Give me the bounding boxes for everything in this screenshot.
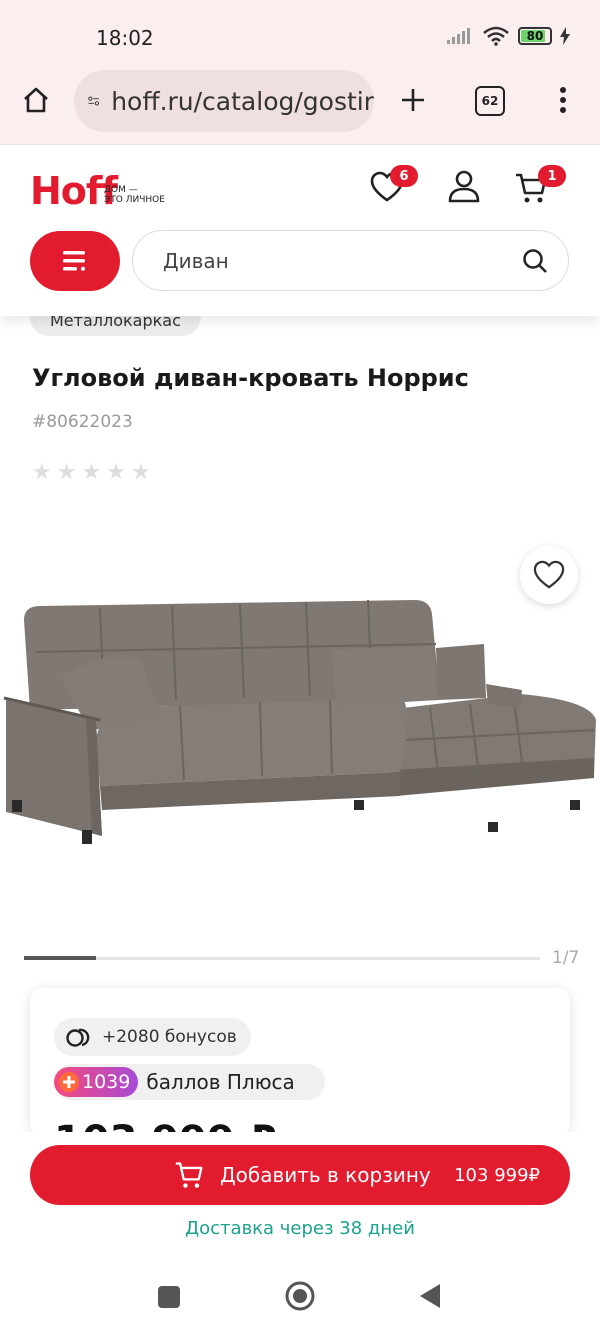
tabs-switcher-button[interactable]: 62 — [475, 86, 505, 116]
url-text: hoff.ru/catalog/gostir — [111, 86, 374, 116]
product-title: Угловой диван-кровать Норрис — [32, 364, 469, 392]
charging-icon — [560, 27, 570, 45]
catalog-menu-button[interactable] — [30, 231, 120, 291]
wifi-icon — [483, 26, 509, 46]
plus-points-badge[interactable]: 1039 баллов Плюса — [54, 1064, 325, 1100]
site-settings-icon[interactable] — [88, 90, 99, 112]
star-icon: ★ — [106, 460, 126, 485]
new-tab-icon[interactable] — [400, 87, 426, 113]
add-to-cart-price: 103 999₽ — [454, 1164, 540, 1186]
recents-button[interactable] — [158, 1286, 180, 1308]
logo-tagline: ДОМ — ЭТО ЛИЧНОЕ — [104, 185, 165, 205]
cart-icon — [175, 1162, 203, 1188]
add-to-cart-label: Добавить в корзину — [220, 1163, 431, 1187]
more-menu-icon[interactable] — [558, 86, 568, 114]
android-nav-bar — [0, 1262, 600, 1332]
product-sku: #80622023 — [32, 412, 133, 432]
status-icons: 80 — [446, 26, 570, 46]
profile-icon[interactable] — [447, 169, 481, 203]
bonus-badge[interactable]: +2080 бонусов — [54, 1018, 251, 1056]
rating-stars[interactable]: ★ ★ ★ ★ ★ — [32, 460, 151, 485]
battery-icon: 80 — [518, 27, 552, 45]
browser-chrome: 18:02 80 hoff.ru/catalog/gostir 62 — [0, 0, 600, 144]
plus-icon — [59, 1072, 79, 1092]
add-to-cart-button[interactable]: Добавить в корзину 103 999₽ — [30, 1145, 570, 1205]
favorites-button[interactable]: 6 — [370, 165, 418, 207]
menu-icon — [63, 251, 85, 271]
gallery-progress — [24, 956, 540, 960]
cart-button[interactable]: 1 — [514, 165, 566, 209]
search-input[interactable]: Диван — [132, 230, 569, 291]
home-nav-button[interactable] — [284, 1280, 316, 1312]
address-bar[interactable]: hoff.ru/catalog/gostir — [74, 70, 374, 132]
back-nav-button[interactable] — [418, 1282, 442, 1310]
star-icon: ★ — [130, 460, 151, 485]
price-card: +2080 бонусов 1039 баллов Плюса 103 999 … — [30, 988, 570, 1138]
search-value: Диван — [163, 248, 229, 273]
home-icon[interactable] — [22, 86, 50, 114]
status-time: 18:02 — [96, 26, 154, 50]
star-icon: ★ — [32, 460, 52, 485]
delivery-info[interactable]: Доставка через 38 дней — [0, 1218, 600, 1239]
heart-icon — [533, 560, 565, 589]
cart-count-badge: 1 — [538, 165, 566, 187]
add-to-favorites-button[interactable] — [520, 546, 578, 604]
bonus-coins-icon — [66, 1028, 90, 1047]
image-counter: 1/7 — [552, 948, 580, 968]
product-image[interactable] — [0, 590, 600, 850]
gallery-progress-fill — [24, 956, 97, 960]
favorites-count-badge: 6 — [390, 165, 418, 187]
signal-icon — [447, 28, 470, 44]
site-header: Hoff ДОМ — ЭТО ЛИЧНОЕ 6 1 Диван — [0, 144, 600, 316]
plus-tag: 1039 — [54, 1067, 139, 1097]
star-icon: ★ — [56, 460, 77, 485]
search-icon[interactable] — [522, 248, 548, 274]
star-icon: ★ — [81, 460, 102, 485]
